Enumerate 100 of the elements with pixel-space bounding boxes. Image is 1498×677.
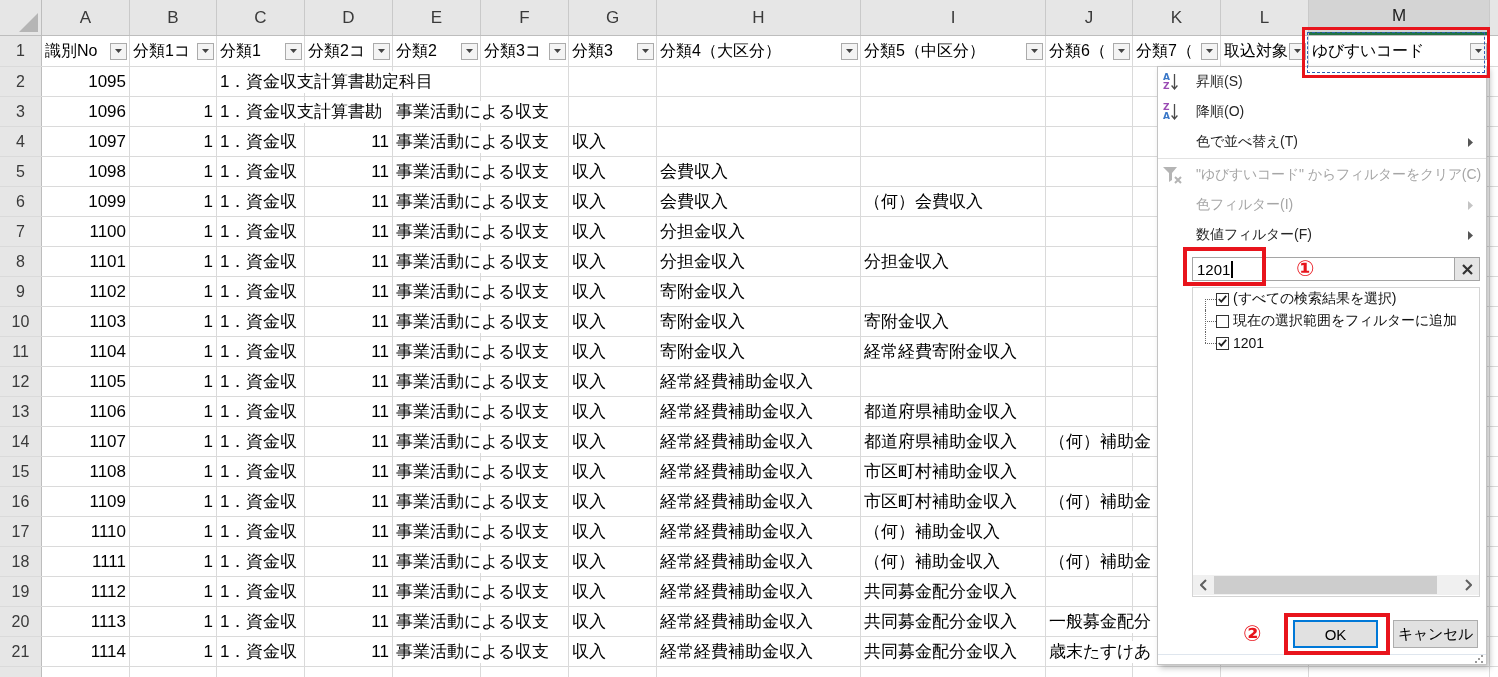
checkbox[interactable]: [1216, 314, 1229, 328]
ok-button[interactable]: OK: [1293, 620, 1378, 648]
row-header[interactable]: 5: [0, 157, 42, 186]
row-header[interactable]: 3: [0, 97, 42, 126]
row-header[interactable]: 8: [0, 247, 42, 276]
filter-button[interactable]: [1201, 42, 1218, 60]
row-header[interactable]: 20: [0, 607, 42, 636]
column-header[interactable]: D: [305, 0, 393, 35]
checkbox[interactable]: [1216, 336, 1229, 350]
category-text: 1．資金収: [220, 400, 298, 423]
column-header[interactable]: J: [1046, 0, 1133, 35]
column-header[interactable]: I: [861, 0, 1046, 35]
category-text: 収入: [572, 250, 606, 273]
category-text: 経常経費補助金収入: [660, 550, 813, 573]
row-header[interactable]: 18: [0, 547, 42, 576]
filter-button[interactable]: [1113, 42, 1130, 60]
category-text: 収入: [572, 430, 606, 453]
option-label[interactable]: 1201: [1233, 335, 1265, 351]
row-header[interactable]: 9: [0, 277, 42, 306]
menu-item[interactable]: 数値フィルター(F): [1158, 220, 1486, 250]
row-header[interactable]: 16: [0, 487, 42, 516]
filter-button[interactable]: [1026, 42, 1043, 60]
category-text: 1．資金収支計算書勘: [220, 100, 383, 123]
column-header[interactable]: L: [1221, 0, 1309, 35]
category-text: 会費収入: [660, 190, 728, 213]
category-text: 共同募金配分金収入: [864, 610, 1017, 633]
column-heading: 分類4（大区分）: [660, 41, 781, 61]
row-header[interactable]: 14: [0, 427, 42, 456]
row-header[interactable]: 11: [0, 337, 42, 366]
column-header[interactable]: F: [481, 0, 569, 35]
category-text: 経常経費補助金収入: [660, 370, 813, 393]
column-header[interactable]: H: [657, 0, 861, 35]
menu-item[interactable]: Z A 降順(O): [1158, 97, 1486, 127]
row-header[interactable]: 21: [0, 637, 42, 666]
dropdown-arrow-icon: [466, 49, 473, 53]
filter-button[interactable]: [285, 42, 302, 60]
category-text: 分担金収入: [660, 220, 745, 243]
row-header[interactable]: 13: [0, 397, 42, 426]
option-label[interactable]: 現在の選択範囲をフィルターに追加: [1233, 312, 1457, 330]
filter-button[interactable]: [841, 42, 858, 60]
horizontal-scrollbar[interactable]: [1193, 575, 1479, 595]
category-text: 一般募金配分: [1049, 610, 1151, 633]
column-header[interactable]: M: [1309, 0, 1490, 35]
category-text: 事業活動による収支: [396, 100, 549, 123]
column-header[interactable]: B: [130, 0, 217, 35]
category-text: 収入: [572, 310, 606, 333]
dropdown-arrow-icon: [642, 49, 649, 53]
category-text: 事業活動による収支: [396, 640, 549, 663]
category-text: 収入: [572, 280, 606, 303]
row-header[interactable]: 1: [0, 36, 42, 66]
filter-button[interactable]: [373, 42, 390, 60]
menu-item[interactable]: 色で並べ替え(T): [1158, 127, 1486, 157]
category-text: 1．資金収: [220, 640, 298, 663]
column-header[interactable]: K: [1133, 0, 1221, 35]
dropdown-arrow-icon: [202, 49, 209, 53]
option-label[interactable]: (すべての検索結果を選択): [1233, 290, 1397, 308]
category-text: 事業活動による収支: [396, 520, 549, 543]
row-header[interactable]: 19: [0, 577, 42, 606]
row-header[interactable]: 12: [0, 367, 42, 396]
category-text: 事業活動による収支: [396, 370, 549, 393]
filter-button[interactable]: [461, 42, 478, 60]
row-header[interactable]: 2: [0, 67, 42, 96]
column-header[interactable]: C: [217, 0, 305, 35]
clear-search-button[interactable]: [1454, 258, 1479, 280]
scrollbar-thumb[interactable]: [1214, 576, 1437, 594]
filter-button[interactable]: [637, 42, 654, 60]
filter-button[interactable]: [197, 42, 214, 60]
filter-button[interactable]: [110, 42, 127, 60]
resize-grip-icon[interactable]: [1475, 655, 1483, 663]
dropdown-arrow-icon: [1118, 49, 1125, 53]
column-header[interactable]: E: [393, 0, 481, 35]
category-text: 1．資金収: [220, 250, 298, 273]
category-text: 収入: [572, 340, 606, 363]
row-header[interactable]: 17: [0, 517, 42, 546]
row-header[interactable]: 4: [0, 127, 42, 156]
category-text: 事業活動による収支: [396, 220, 549, 243]
column-heading: 分類1: [220, 41, 261, 61]
row-header[interactable]: 15: [0, 457, 42, 486]
category-text: 1．資金収: [220, 550, 298, 573]
tree-connector: [1205, 310, 1216, 332]
filter-button[interactable]: [1470, 42, 1487, 60]
checkbox[interactable]: [1216, 292, 1229, 306]
filter-button[interactable]: [549, 42, 566, 60]
column-header[interactable]: G: [569, 0, 657, 35]
column-header[interactable]: A: [42, 0, 130, 35]
menu-item[interactable]: A Z 昇順(S): [1158, 67, 1486, 97]
category-text: 事業活動による収支: [396, 160, 549, 183]
category-text: 収入: [572, 160, 606, 183]
category-text: 経常経費補助金収入: [660, 430, 813, 453]
category-text: 事業活動による収支: [396, 130, 549, 153]
row-header[interactable]: 7: [0, 217, 42, 246]
column-heading: ゆびすいコード: [1312, 41, 1424, 61]
scroll-right-icon[interactable]: [1465, 579, 1472, 591]
category-text: 1．資金収: [220, 430, 298, 453]
cancel-button[interactable]: キャンセル: [1393, 620, 1478, 648]
row-header[interactable]: 10: [0, 307, 42, 336]
category-text: 1．資金収: [220, 580, 298, 603]
scroll-left-icon[interactable]: [1200, 579, 1207, 591]
column-heading: 識別No: [45, 41, 98, 61]
row-header[interactable]: 6: [0, 187, 42, 216]
